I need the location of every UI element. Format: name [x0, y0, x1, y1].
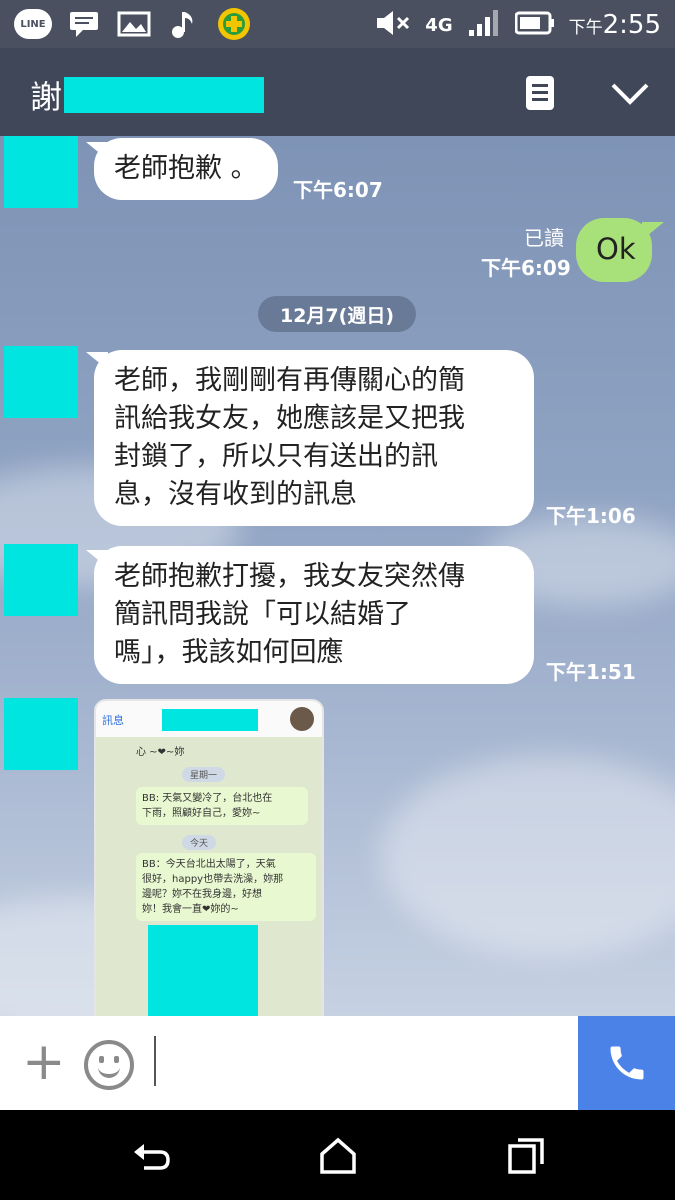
input-bar: + [0, 1016, 675, 1110]
signal-icon [467, 8, 501, 42]
redacted-name [64, 77, 265, 113]
status-bar: LINE 4G 下午2:55 [0, 0, 675, 48]
message-bubble[interactable]: 老師抱歉 。 [94, 138, 278, 200]
contact-name[interactable]: 謝 [30, 72, 265, 118]
image-back-label: 訊息 [102, 714, 124, 727]
image-topbar: 訊息 [96, 701, 322, 738]
emoji-icon[interactable] [84, 1040, 134, 1090]
image-bubble: BB：今天台北出太陽了，天氣 很好，happy也帶去洗澡，妳那 邊呢？妳不在我身… [136, 853, 316, 921]
navigation-bar [0, 1110, 675, 1200]
date-divider: 12月7(週日) [258, 296, 416, 332]
line-app-icon: LINE [14, 9, 52, 39]
phone-icon[interactable] [578, 1016, 675, 1110]
avatar[interactable] [4, 544, 78, 616]
music-icon [166, 6, 202, 42]
system-status: 4G 下午2:55 [375, 8, 661, 42]
avatar[interactable] [4, 698, 78, 770]
message-bubble-outgoing[interactable]: Ok [576, 218, 652, 282]
message-bubble[interactable]: 老師，我剛剛有再傳關心的簡 訊給我女友，她應該是又把我 封鎖了，所以只有送出的訊… [94, 350, 534, 526]
image-date-tag: 今天 [182, 835, 217, 850]
chat-header: 謝 [0, 48, 675, 136]
image-message[interactable]: 訊息 心 ~❤~妳 星期一 BB: 天氣又變冷了，台北也在 下雨，照顧好自己，愛… [94, 699, 324, 1016]
chat-area[interactable]: 老師抱歉 。 下午6:07 已讀 下午6:09 Ok 12月7(週日) 老師，我… [0, 136, 675, 1016]
message-time: 下午1:51 [546, 660, 636, 684]
redacted-region [148, 925, 258, 1016]
image-content: 心 ~❤~妳 星期一 BB: 天氣又變冷了，台北也在 下雨，照顧好自己，愛妳~ … [96, 737, 322, 1016]
message-input[interactable] [154, 1036, 156, 1086]
image-bubble: BB: 天氣又變冷了，台北也在 下雨，照顧好自己，愛妳~ [136, 787, 308, 825]
clock: 下午2:55 [568, 10, 661, 40]
image-avatar [290, 707, 314, 731]
redacted-region [162, 709, 258, 731]
avatar[interactable] [4, 136, 78, 208]
network-type: 4G [425, 14, 453, 36]
image-text-line: 心 ~❤~妳 [136, 747, 185, 758]
back-icon[interactable] [130, 1134, 174, 1178]
notes-icon[interactable] [526, 76, 554, 114]
recent-apps-icon[interactable] [504, 1134, 548, 1178]
image-icon [116, 6, 152, 42]
image-date-tag: 星期一 [182, 767, 226, 782]
message-icon [66, 6, 102, 42]
message-time: 下午6:07 [293, 178, 383, 202]
message-time: 下午6:09 [481, 256, 571, 280]
plus-app-icon [216, 6, 252, 42]
battery-icon [514, 10, 555, 40]
notification-icons: LINE [14, 6, 252, 42]
mute-icon [375, 8, 411, 42]
message-bubble[interactable]: 老師抱歉打擾，我女友突然傳 簡訊問我說「可以結婚了 嗎」，我該如何回應 [94, 546, 534, 684]
home-icon[interactable] [316, 1134, 360, 1178]
avatar[interactable] [4, 346, 78, 418]
message-time: 下午1:06 [546, 504, 636, 528]
plus-icon[interactable]: + [22, 1036, 66, 1088]
chevron-down-icon[interactable] [610, 82, 650, 110]
read-receipt: 已讀 [524, 226, 564, 250]
